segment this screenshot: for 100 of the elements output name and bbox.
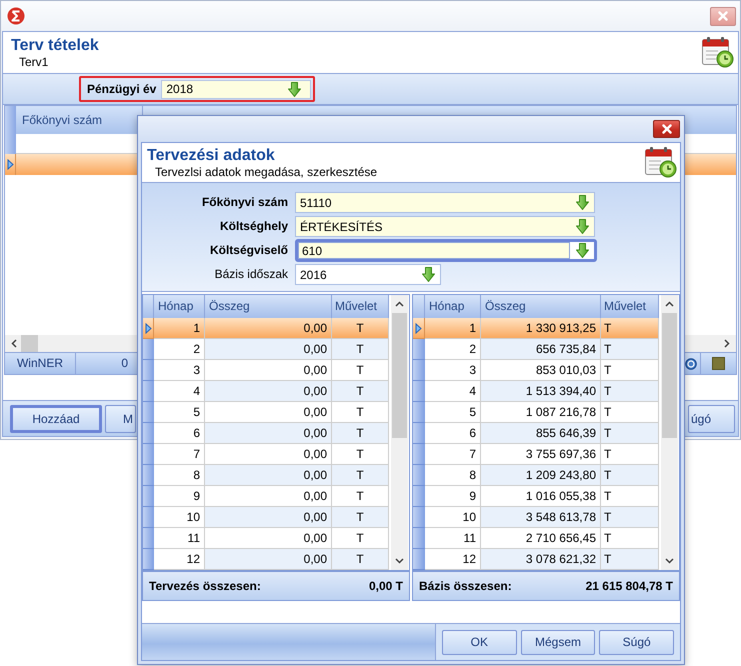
table-row[interactable]: 1 0,00 T [143,318,389,339]
table-row[interactable]: 10 3 548 613,78 T [413,507,659,528]
window-subtitle: Terv1 [19,55,48,70]
app-logo-icon [7,7,25,25]
dropdown-field[interactable]: 2018 [161,80,312,98]
dropdown-field[interactable]: 51110 [295,192,595,213]
vertical-scrollbar[interactable] [391,295,408,570]
row-selector[interactable] [413,360,425,381]
calendar-clock-icon [701,36,734,68]
button[interactable]: Súgó [599,630,674,654]
row-selector[interactable] [143,360,154,381]
arrow-down-icon[interactable] [576,219,589,234]
row-selector[interactable] [143,402,154,423]
row-selector[interactable] [143,465,154,486]
arrow-down-icon[interactable] [576,195,589,210]
table-row[interactable]: 2 0,00 T [143,339,389,360]
arrow-down-icon[interactable] [288,82,302,96]
table-row[interactable]: 12 3 078 621,32 T [413,549,659,570]
table-cell: 0,00 [205,423,332,444]
table-cell: T [601,339,659,360]
table-cell: 1 [154,318,205,339]
total-value: 21 615 804,78 T [586,579,673,593]
table-row[interactable]: 6 855 646,39 T [413,423,659,444]
field-label: Bázis időszak [214,266,288,283]
field-label: Költségviselő [210,242,288,259]
table-cell: 0,00 [205,549,332,570]
chevron-down-icon[interactable] [395,558,404,564]
row-selector[interactable] [413,444,425,465]
row-selector[interactable] [143,486,154,507]
button[interactable]: Mégsem [520,630,596,654]
row-selector[interactable] [143,444,154,465]
button[interactable]: M [105,404,136,432]
row-selector[interactable] [413,402,425,423]
chevron-up-icon[interactable] [395,301,404,307]
chevron-right-icon[interactable] [724,339,730,348]
button[interactable]: Hozzáad [10,404,102,432]
field-label: Költséghely [220,218,288,235]
total-value: 0,00 T [368,579,403,593]
table-cell: 7 [425,444,481,465]
arrow-down-icon[interactable] [422,267,435,282]
row-selector[interactable] [143,507,154,528]
table-row[interactable]: 12 0,00 T [143,549,389,570]
table-cell: 5 [425,402,481,423]
table-cell: T [332,339,389,360]
button[interactable]: OK [442,630,517,654]
square-icon[interactable] [712,357,725,370]
arrow-down-icon[interactable] [576,243,589,258]
vertical-scrollbar[interactable] [661,295,678,570]
table-row[interactable]: 1 1 330 913,25 T [413,318,659,339]
row-selector[interactable] [143,549,154,570]
dropdown-field[interactable]: 610 [295,239,597,262]
dropdown-field[interactable]: ÉRTÉKESÍTÉS [295,216,595,237]
table-row[interactable]: 8 0,00 T [143,465,389,486]
field-label: Főkönyvi szám [202,194,288,211]
table-row[interactable]: 10 0,00 T [143,507,389,528]
table-row[interactable]: 4 1 513 394,40 T [413,381,659,402]
dropdown-field[interactable]: 2016 [295,264,441,285]
row-selector[interactable] [143,423,154,444]
table-cell: 1 [425,318,481,339]
table-cell: T [332,549,389,570]
table-cell: T [332,465,389,486]
chevron-up-icon[interactable] [665,301,674,307]
triangle-icon [6,159,14,170]
row-selector[interactable] [413,549,425,570]
table-row[interactable]: 8 1 209 243,80 T [413,465,659,486]
close-icon[interactable] [662,124,672,134]
scrollbar-thumb[interactable] [392,313,407,438]
row-selector[interactable] [413,507,425,528]
window-title: Terv tételek [11,36,99,55]
field-label: Pénzügyi év [87,82,156,96]
triangle-icon [144,322,152,334]
row-selector[interactable] [143,528,154,549]
table-cell: T [601,507,659,528]
row-selector[interactable] [413,381,425,402]
table-cell: 0,00 [205,507,332,528]
row-selector[interactable] [413,339,425,360]
scrollbar-thumb[interactable] [21,335,38,352]
row-selector[interactable] [413,486,425,507]
table-cell: 9 [425,486,481,507]
table-row[interactable]: 6 0,00 T [143,423,389,444]
chevron-left-icon[interactable] [11,339,17,348]
circle-icon[interactable] [685,358,697,370]
row-selector[interactable] [413,465,425,486]
scrollbar-thumb[interactable] [662,313,677,438]
row-selector[interactable] [5,154,16,175]
close-button[interactable] [653,120,680,138]
table-cell: 3 548 613,78 [481,507,601,528]
table-row[interactable]: 4 0,00 T [143,381,389,402]
table-cell: 656 735,84 [481,339,601,360]
table-cell: 855 646,39 [481,423,601,444]
table-cell: 1 513 394,40 [481,381,601,402]
table-cell: 0,00 [205,465,332,486]
chevron-down-icon[interactable] [665,558,674,564]
table-row[interactable]: 2 656 735,84 T [413,339,659,360]
dialog-subtitle: Tervezlsi adatok megadása, szerkesztése [155,165,378,180]
row-selector[interactable] [413,423,425,444]
row-selector[interactable] [413,528,425,549]
row-selector[interactable] [143,381,154,402]
button[interactable]: úgó [688,404,735,432]
row-selector[interactable] [143,339,154,360]
